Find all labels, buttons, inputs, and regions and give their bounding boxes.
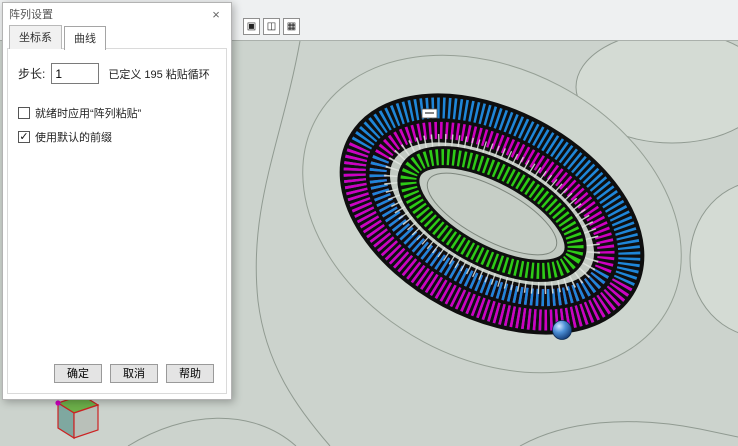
array-settings-dialog: 阵列设置 × 坐标系 曲线 步长: 已定义 195 粘贴循环 就绪时应用“阵列粘… bbox=[2, 2, 232, 400]
checkbox-checked-box[interactable]: ✓ bbox=[18, 131, 30, 143]
dialog-title: 阵列设置 bbox=[9, 6, 207, 22]
checkbox-apply-array-paste-label: 就绪时应用“阵列粘贴” bbox=[35, 105, 141, 121]
toolbar: ▣ ◫ ▦ bbox=[243, 18, 300, 35]
defined-count-text: 已定义 195 粘贴循环 bbox=[108, 66, 209, 82]
checkbox-apply-array-paste[interactable]: 就绪时应用“阵列粘贴” bbox=[18, 105, 141, 121]
display-mode-2-button[interactable]: ◫ bbox=[263, 18, 280, 35]
tab-coordinate-system[interactable]: 坐标系 bbox=[9, 25, 62, 49]
checkbox-unchecked-box[interactable] bbox=[18, 107, 30, 119]
step-row: 步长: 已定义 195 粘贴循环 bbox=[18, 63, 210, 84]
tab-curve[interactable]: 曲线 bbox=[64, 26, 106, 50]
checkbox-use-default-prefix-label: 使用默认的前缀 bbox=[35, 129, 112, 145]
display-mode-1-button[interactable]: ▣ bbox=[243, 18, 260, 35]
sphere-handle[interactable] bbox=[553, 321, 572, 340]
close-icon[interactable]: × bbox=[207, 7, 225, 22]
dialog-titlebar[interactable]: 阵列设置 × bbox=[3, 3, 231, 25]
tab-page-curve: 步长: 已定义 195 粘贴循环 就绪时应用“阵列粘贴” ✓ 使用默认的前缀 确… bbox=[7, 48, 227, 394]
step-label: 步长: bbox=[18, 65, 45, 82]
display-mode-3-button[interactable]: ▦ bbox=[283, 18, 300, 35]
help-button[interactable]: 帮助 bbox=[166, 364, 214, 383]
cancel-button[interactable]: 取消 bbox=[110, 364, 158, 383]
label-tag bbox=[422, 109, 437, 118]
checkbox-use-default-prefix[interactable]: ✓ 使用默认的前缀 bbox=[18, 129, 112, 145]
dialog-button-row: 确定 取消 帮助 bbox=[8, 364, 226, 383]
step-input[interactable] bbox=[51, 63, 99, 84]
tab-strip: 坐标系 曲线 bbox=[3, 25, 231, 49]
ok-button[interactable]: 确定 bbox=[54, 364, 102, 383]
